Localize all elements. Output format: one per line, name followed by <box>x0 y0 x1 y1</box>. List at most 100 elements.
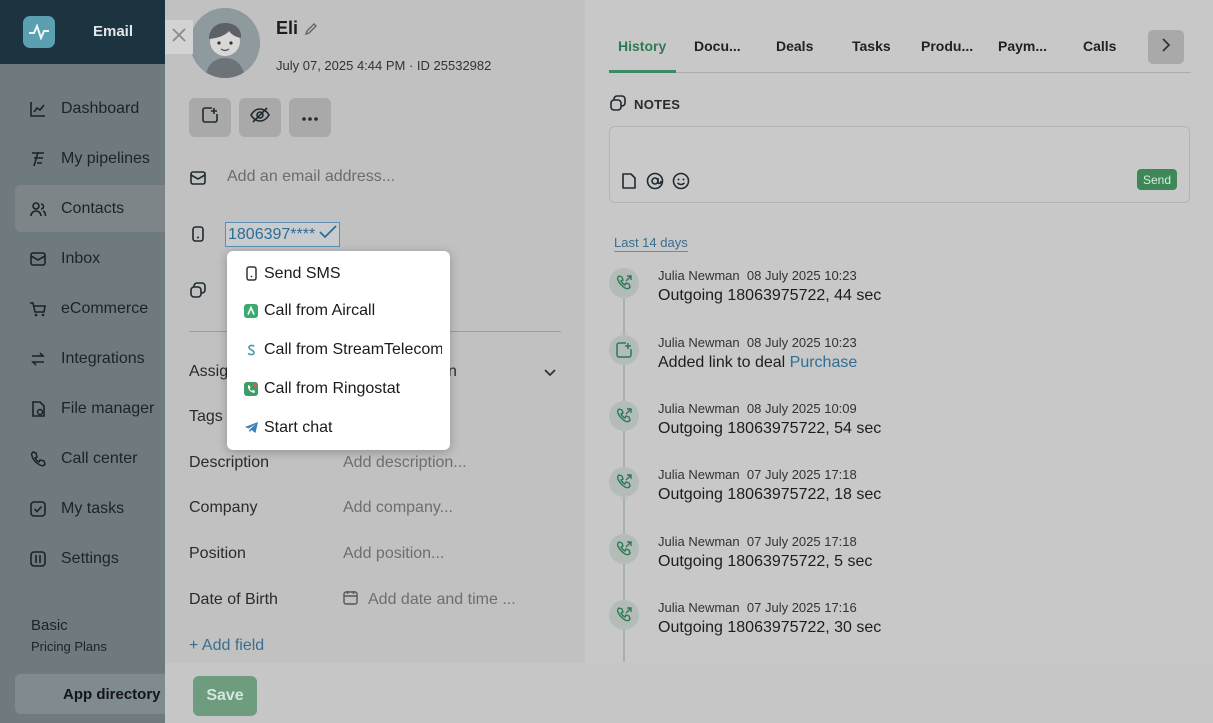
sidebar: Email Dashboard My pipelines Contacts In… <box>0 0 165 723</box>
pricing-plan-name[interactable]: Basic <box>31 617 68 634</box>
activity-panel: History Docu... Deals Tasks Produ... Pay… <box>585 0 1213 663</box>
pencil-icon[interactable] <box>304 22 318 41</box>
pricing-plan-subtitle: Pricing Plans <box>31 639 107 654</box>
notes-toolbar <box>620 172 690 195</box>
phone-number: 1806397**** <box>228 225 316 243</box>
date-of-birth-input[interactable]: Add date and time ... <box>368 591 516 609</box>
history-item: Julia Newman 08 July 2025 10:23 Added li… <box>609 335 1189 385</box>
sidebar-item-file-manager[interactable]: File manager <box>15 385 165 432</box>
sidebar-item-label: Inbox <box>61 249 101 267</box>
close-panel-button[interactable] <box>165 20 193 54</box>
telegram-icon <box>243 420 259 436</box>
description-input[interactable]: Add description... <box>343 454 467 472</box>
chevron-down-icon[interactable] <box>543 365 557 384</box>
checkmark-icon[interactable] <box>319 225 337 244</box>
history-meta: Julia Newman 08 July 2025 10:23 <box>658 268 857 283</box>
sidebar-item-dashboard[interactable]: Dashboard <box>15 85 165 132</box>
avatar <box>190 8 260 78</box>
sidebar-item-settings[interactable]: Settings <box>15 535 165 582</box>
period-filter[interactable]: Last 14 days <box>614 235 688 252</box>
history-meta: Julia Newman 08 July 2025 10:23 <box>658 335 857 350</box>
history-text: Outgoing 18063975722, 54 sec <box>658 420 882 437</box>
sidebar-item-integrations[interactable]: Integrations <box>15 335 165 382</box>
tab-deals[interactable]: Deals <box>776 38 813 54</box>
app-directory-button[interactable]: App directory <box>15 674 165 714</box>
menu-item-label: Call from StreamTelecom <box>264 340 442 358</box>
deal-link-icon <box>609 335 639 365</box>
notes-input[interactable]: Send <box>609 126 1190 203</box>
save-button[interactable]: Save <box>193 676 257 716</box>
tab-tasks[interactable]: Tasks <box>852 38 891 54</box>
bottom-action-bar: Save <box>165 663 1213 723</box>
inbox-icon <box>29 250 47 268</box>
sidebar-item-my-pipelines[interactable]: My pipelines <box>15 135 165 182</box>
history-item: Julia Newman 08 July 2025 10:09 Outgoing… <box>609 401 1189 451</box>
close-icon <box>171 27 187 48</box>
sidebar-item-call-center[interactable]: Call center <box>15 435 165 482</box>
more-actions-button[interactable] <box>289 98 331 137</box>
active-tab-indicator <box>609 70 676 73</box>
sidebar-item-label: My tasks <box>61 499 125 517</box>
date-of-birth-label: Date of Birth <box>189 591 278 608</box>
emoji-icon[interactable] <box>672 172 690 195</box>
position-label: Position <box>189 545 246 562</box>
sidebar-item-label: My pipelines <box>61 149 150 167</box>
deal-link[interactable]: Purchase <box>790 354 858 371</box>
sidebar-item-my-tasks[interactable]: My tasks <box>15 485 165 532</box>
contact-created-meta: July 07, 2025 4:44 PM · ID 25532982 <box>276 58 492 73</box>
history-item: Julia Newman 08 July 2025 10:23 Outgoing… <box>609 268 1189 318</box>
phone-field[interactable]: 1806397**** <box>225 222 341 247</box>
check-square-icon <box>29 500 47 518</box>
chart-line-icon <box>29 100 47 118</box>
phone-icon <box>29 450 47 468</box>
app-logo-icon[interactable] <box>23 16 55 48</box>
menu-item-label: Call from Ringostat <box>264 379 401 397</box>
history-item: Julia Newman 07 July 2025 17:18 Outgoing… <box>609 534 1189 584</box>
add-field-link[interactable]: + Add field <box>189 637 264 655</box>
tab-calls[interactable]: Calls <box>1083 38 1116 54</box>
users-icon <box>29 200 47 218</box>
outgoing-call-icon <box>609 401 639 431</box>
sidebar-item-inbox[interactable]: Inbox <box>15 235 165 282</box>
cart-icon <box>29 300 47 318</box>
history-text: Outgoing 18063975722, 44 sec <box>658 287 882 304</box>
contact-name: Eli <box>276 18 299 38</box>
history-text: Outgoing 18063975722, 18 sec <box>658 486 882 503</box>
company-input[interactable]: Add company... <box>343 499 453 517</box>
history-text: Outgoing 18063975722, 30 sec <box>658 619 882 636</box>
hide-button[interactable] <box>239 98 281 137</box>
calendar-icon[interactable] <box>343 590 358 610</box>
send-note-button[interactable]: Send <box>1136 169 1177 190</box>
menu-item-label: Call from Aircall <box>264 301 376 319</box>
email-field[interactable]: Add an email address... <box>227 168 395 186</box>
history-item: Julia Newman 07 July 2025 17:18 Outgoing… <box>609 467 1189 517</box>
sidebar-item-contacts[interactable]: Contacts <box>15 185 165 232</box>
tabs-baseline <box>609 72 1191 73</box>
sidebar-item-label: Call center <box>61 449 138 467</box>
history-meta: Julia Newman 07 July 2025 17:18 <box>658 534 857 549</box>
eye-off-icon <box>250 106 270 129</box>
menu-item-label: Send SMS <box>264 264 341 282</box>
mobile-icon <box>243 266 259 282</box>
mention-icon[interactable] <box>646 172 664 195</box>
position-input[interactable]: Add position... <box>343 545 444 563</box>
add-to-deal-button[interactable] <box>189 98 231 137</box>
sidebar-item-ecommerce[interactable]: eCommerce <box>15 285 165 332</box>
tab-payments[interactable]: Paym... <box>998 38 1047 54</box>
sidebar-item-label: Dashboard <box>61 99 140 117</box>
history-meta: Julia Newman 08 July 2025 10:09 <box>658 401 857 416</box>
attachment-icon[interactable] <box>620 172 638 195</box>
sidebar-item-label: File manager <box>61 399 155 417</box>
tabs-scroll-right-button[interactable] <box>1148 30 1184 64</box>
outgoing-call-icon <box>609 600 639 630</box>
aircall-icon <box>243 303 259 319</box>
settings-icon <box>29 550 47 568</box>
tab-documents[interactable]: Docu... <box>694 38 741 54</box>
tab-products[interactable]: Produ... <box>921 38 973 54</box>
sidebar-title: Email <box>93 23 134 40</box>
tab-history[interactable]: History <box>618 38 666 54</box>
outgoing-call-icon <box>609 534 639 564</box>
tags-label: Tags <box>189 408 223 425</box>
sidebar-item-label: Contacts <box>61 199 125 217</box>
menu-item-start-chat[interactable]: Start chat <box>234 405 442 450</box>
